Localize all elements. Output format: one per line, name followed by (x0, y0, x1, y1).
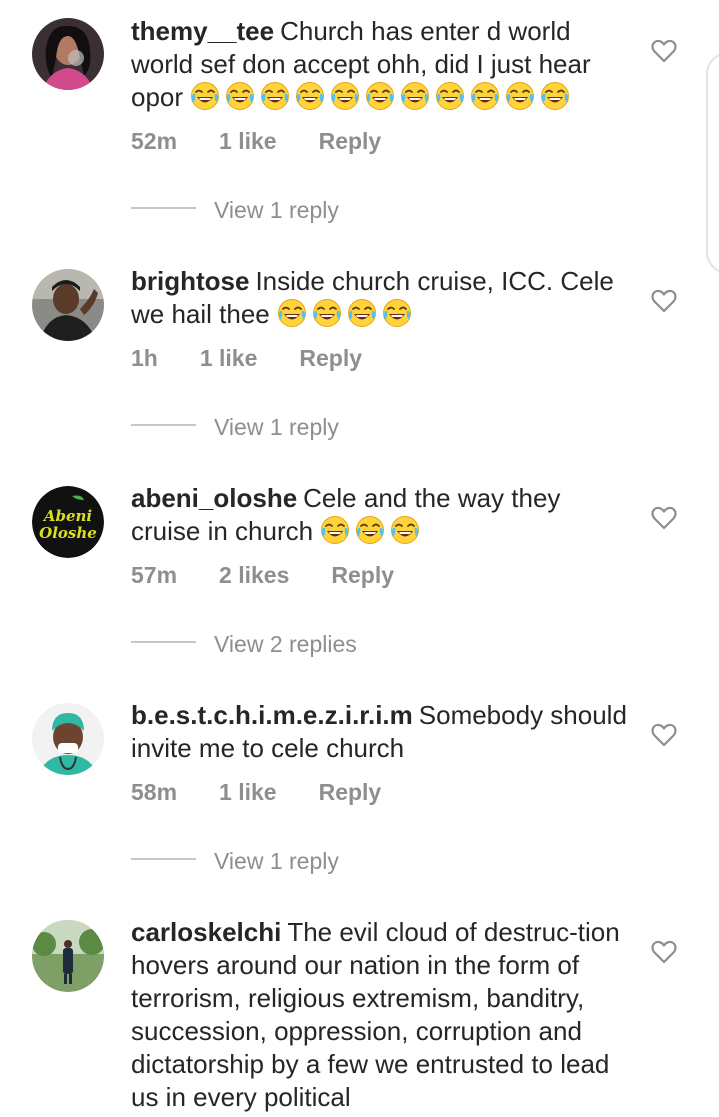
comment-meta: 58m 1 like Reply (131, 779, 381, 806)
comment-text: brightose Inside church cruise, ICC. Cele… (131, 265, 636, 331)
avatar-text-line1: Abeni (42, 507, 93, 525)
comment-text: themy__tee Church has enter d world world… (131, 15, 636, 114)
view-replies-button[interactable]: View 2 replies (214, 631, 357, 658)
comment-username[interactable]: b.e.s.t.c.h.i.m.e.z.i.r.i.m (131, 700, 413, 730)
emoji-row (320, 516, 425, 546)
face-with-tears-of-joy-icon (365, 81, 395, 111)
heart-outline-icon[interactable] (650, 721, 678, 749)
view-replies-line (131, 207, 196, 209)
comment-time: 57m (131, 562, 178, 588)
comment-username[interactable]: abeni_oloshe (131, 483, 297, 513)
reply-button[interactable]: Reply (299, 345, 362, 372)
view-replies-line (131, 641, 196, 643)
comment-text: b.e.s.t.c.h.i.m.e.z.i.r.i.m Somebody shou… (131, 699, 636, 765)
comment-text: abeni_oloshe Cele and the way they cruise… (131, 482, 636, 548)
comment-time: 1h (131, 345, 158, 371)
comment-meta: 52m 1 like Reply (131, 128, 381, 155)
like-count[interactable]: 1 like (200, 345, 258, 372)
face-with-tears-of-joy-icon (400, 81, 430, 111)
face-with-tears-of-joy-icon (435, 81, 465, 111)
face-with-tears-of-joy-icon (277, 298, 307, 328)
face-with-tears-of-joy-icon (347, 298, 377, 328)
heart-outline-icon[interactable] (650, 504, 678, 532)
comment-time: 52m (131, 128, 178, 154)
emoji-row (277, 299, 417, 329)
heart-outline-icon[interactable] (650, 938, 678, 966)
comment-time: 58m (131, 779, 178, 805)
emoji-row (190, 82, 575, 112)
face-with-tears-of-joy-icon (320, 515, 350, 545)
face-with-tears-of-joy-icon (470, 81, 500, 111)
face-with-tears-of-joy-icon (390, 515, 420, 545)
comment-text: carloskelchi The evil cloud of destruc-ti… (131, 916, 636, 1114)
face-with-tears-of-joy-icon (295, 81, 325, 111)
comment-meta: 57m 2 likes Reply (131, 562, 394, 589)
view-replies-button[interactable]: View 1 reply (214, 414, 339, 441)
view-replies-line (131, 858, 196, 860)
avatar[interactable] (32, 920, 104, 992)
heart-outline-icon[interactable] (650, 37, 678, 65)
side-panel-edge (706, 52, 719, 274)
heart-outline-icon[interactable] (650, 287, 678, 315)
face-with-tears-of-joy-icon (225, 81, 255, 111)
avatar[interactable] (32, 18, 104, 90)
face-with-tears-of-joy-icon (312, 298, 342, 328)
reply-button[interactable]: Reply (319, 128, 382, 155)
avatar[interactable] (32, 703, 104, 775)
like-count[interactable]: 2 likes (219, 562, 289, 589)
like-count[interactable]: 1 like (219, 128, 277, 155)
face-with-tears-of-joy-icon (505, 81, 535, 111)
reply-button[interactable]: Reply (319, 779, 382, 806)
comment-username[interactable]: carloskelchi (131, 917, 281, 947)
face-with-tears-of-joy-icon (190, 81, 220, 111)
avatar[interactable]: Abeni Oloshe (32, 486, 104, 558)
avatar[interactable] (32, 269, 104, 341)
face-with-tears-of-joy-icon (355, 515, 385, 545)
view-replies-button[interactable]: View 1 reply (214, 848, 339, 875)
view-replies-line (131, 424, 196, 426)
face-with-tears-of-joy-icon (382, 298, 412, 328)
comment-meta: 1h 1 like Reply (131, 345, 362, 372)
face-with-tears-of-joy-icon (330, 81, 360, 111)
comment-username[interactable]: brightose (131, 266, 249, 296)
reply-button[interactable]: Reply (331, 562, 394, 589)
like-count[interactable]: 1 like (219, 779, 277, 806)
face-with-tears-of-joy-icon (260, 81, 290, 111)
face-with-tears-of-joy-icon (540, 81, 570, 111)
avatar-text-line2: Oloshe (39, 524, 97, 542)
view-replies-button[interactable]: View 1 reply (214, 197, 339, 224)
comment-username[interactable]: themy__tee (131, 16, 274, 46)
